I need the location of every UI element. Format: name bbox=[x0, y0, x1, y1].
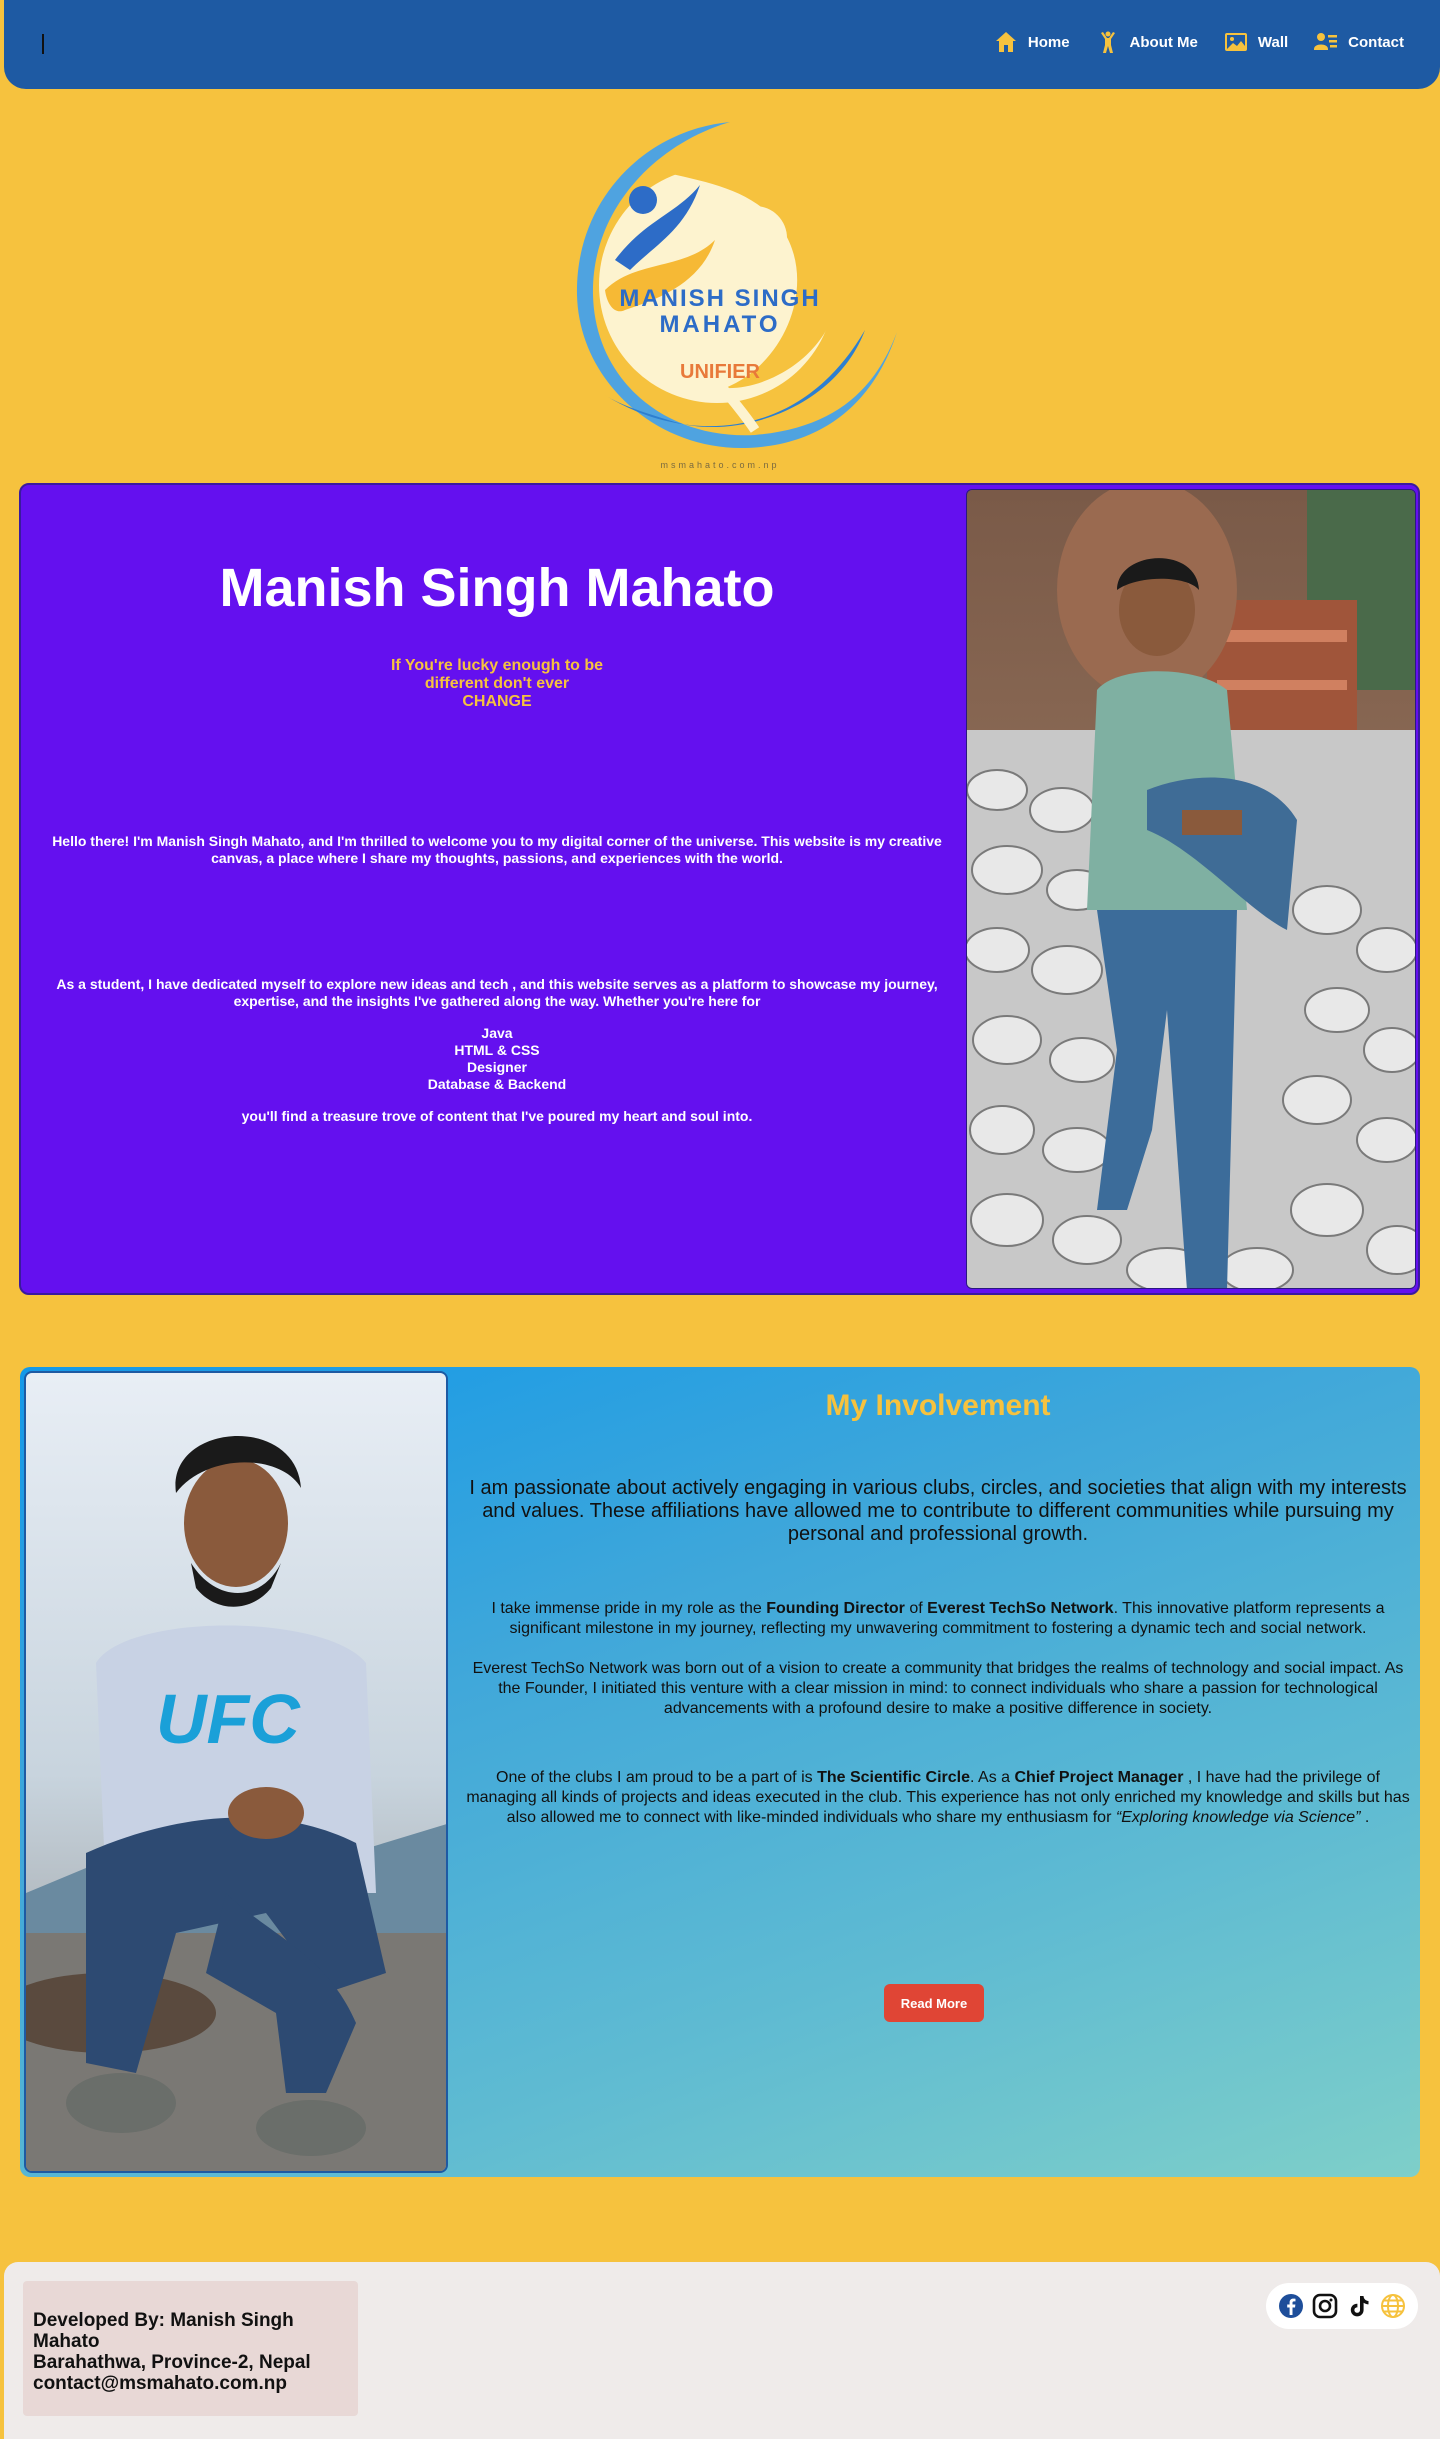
nav-item-wall[interactable]: Wall bbox=[1224, 30, 1288, 54]
hero-section: Manish Singh Mahato If You're lucky enou… bbox=[19, 483, 1420, 1295]
involvement-section: UFC My Involvement I am passionate about… bbox=[20, 1367, 1420, 2177]
logo-name-line2: MAHATO bbox=[659, 311, 780, 338]
person-icon bbox=[1100, 31, 1115, 53]
hero-closing: you'll find a treasure trove of content … bbox=[241, 1108, 753, 1124]
logo-url: msmahato.com.np bbox=[660, 460, 779, 470]
nav-item-label: Home bbox=[1027, 33, 1070, 51]
skill-item: Designer bbox=[467, 1059, 527, 1075]
read-more-button[interactable]: Read More bbox=[884, 1984, 984, 2022]
skill-item: HTML & CSS bbox=[454, 1042, 540, 1058]
text-segment: . As a bbox=[970, 1769, 1015, 1786]
text-segment: I take immense pride in my role as the bbox=[491, 1600, 767, 1617]
role-founding-director: Founding Director bbox=[766, 1600, 905, 1617]
tiktok-icon[interactable] bbox=[1346, 2293, 1372, 2319]
quote-line: CHANGE bbox=[462, 693, 532, 710]
facebook-icon[interactable] bbox=[1278, 2293, 1304, 2319]
logo-emblem: MANISH SINGH MAHATO UNIFIER msmahato.com… bbox=[576, 122, 897, 470]
hero-student: As a student, I have dedicated myself to… bbox=[56, 976, 938, 1009]
footer-contact-box: Developed By: Manish Singh Mahato Baraha… bbox=[23, 2281, 358, 2416]
nav-item-home[interactable]: Home bbox=[994, 30, 1070, 54]
involvement-title: My Involvement bbox=[825, 1389, 1051, 1422]
club-scientific-circle: The Scientific Circle bbox=[817, 1769, 971, 1786]
involvement-para-2: Everest TechSo Network was born out of a… bbox=[472, 1660, 1404, 1717]
nav-links: Home About Me Wall Contact bbox=[994, 30, 1404, 54]
page-title: Manish Singh Mahato bbox=[219, 558, 775, 618]
org-everest-techso: Everest TechSo Network bbox=[927, 1600, 1114, 1617]
role-chief-project-manager: Chief Project Manager bbox=[1014, 1769, 1184, 1786]
club-motto: “Exploring knowledge via Science” bbox=[1115, 1809, 1361, 1826]
profile-photo-sitting: UFC bbox=[24, 1371, 448, 2173]
quote-line: If You're lucky enough to be bbox=[390, 657, 604, 674]
footer-email[interactable]: contact@msmahato.com.np bbox=[33, 2373, 348, 2394]
nav-item-about[interactable]: About Me bbox=[1096, 30, 1198, 54]
involvement-para-3: One of the clubs I am proud to be a part… bbox=[460, 1768, 1416, 1828]
skill-item: Database & Backend bbox=[427, 1076, 567, 1092]
hero-intro: Hello there! I'm Manish Singh Mahato, an… bbox=[52, 833, 942, 866]
hero-quote: If You're lucky enough to be different d… bbox=[21, 657, 973, 711]
text-segment: One of the clubs I am proud to be a part… bbox=[496, 1769, 818, 1786]
navbar: Home About Me Wall Contact bbox=[4, 0, 1440, 89]
footer: Developed By: Manish Singh Mahato Baraha… bbox=[4, 2262, 1440, 2439]
home-icon bbox=[995, 32, 1016, 52]
nav-item-label: Contact bbox=[1348, 33, 1404, 51]
instagram-icon[interactable] bbox=[1312, 2293, 1338, 2319]
text-cursor bbox=[42, 34, 44, 54]
text-segment: . bbox=[1360, 1809, 1370, 1826]
nav-item-contact[interactable]: Contact bbox=[1314, 30, 1404, 54]
social-links bbox=[1266, 2283, 1418, 2329]
footer-developer: Developed By: Manish Singh Mahato bbox=[33, 2310, 294, 2352]
involvement-lead: I am passionate about actively engaging … bbox=[469, 1477, 1407, 1545]
globe-icon[interactable] bbox=[1380, 2293, 1406, 2319]
contact-card-icon bbox=[1314, 33, 1338, 50]
text-segment: of bbox=[904, 1600, 928, 1617]
profile-photo-standing bbox=[966, 489, 1416, 1289]
skill-item: Java bbox=[481, 1025, 513, 1041]
nav-item-label: About Me bbox=[1129, 33, 1198, 51]
nav-item-label: Wall bbox=[1257, 33, 1289, 51]
site-logo[interactable]: MANISH SINGH MAHATO UNIFIER msmahato.com… bbox=[535, 110, 905, 475]
logo-name-line1: MANISH SINGH bbox=[619, 285, 820, 312]
footer-address: Barahathwa, Province-2, Nepal bbox=[33, 2352, 311, 2373]
svg-text:UFC: UFC bbox=[156, 1680, 301, 1758]
logo-tagline: UNIFIER bbox=[680, 361, 761, 383]
skills-list: Java HTML & CSS Designer Database & Back… bbox=[31, 1025, 963, 1093]
involvement-para-1: I take immense pride in my role as the F… bbox=[460, 1599, 1416, 1639]
quote-line: different don't ever bbox=[424, 675, 570, 692]
image-icon bbox=[1224, 33, 1247, 51]
